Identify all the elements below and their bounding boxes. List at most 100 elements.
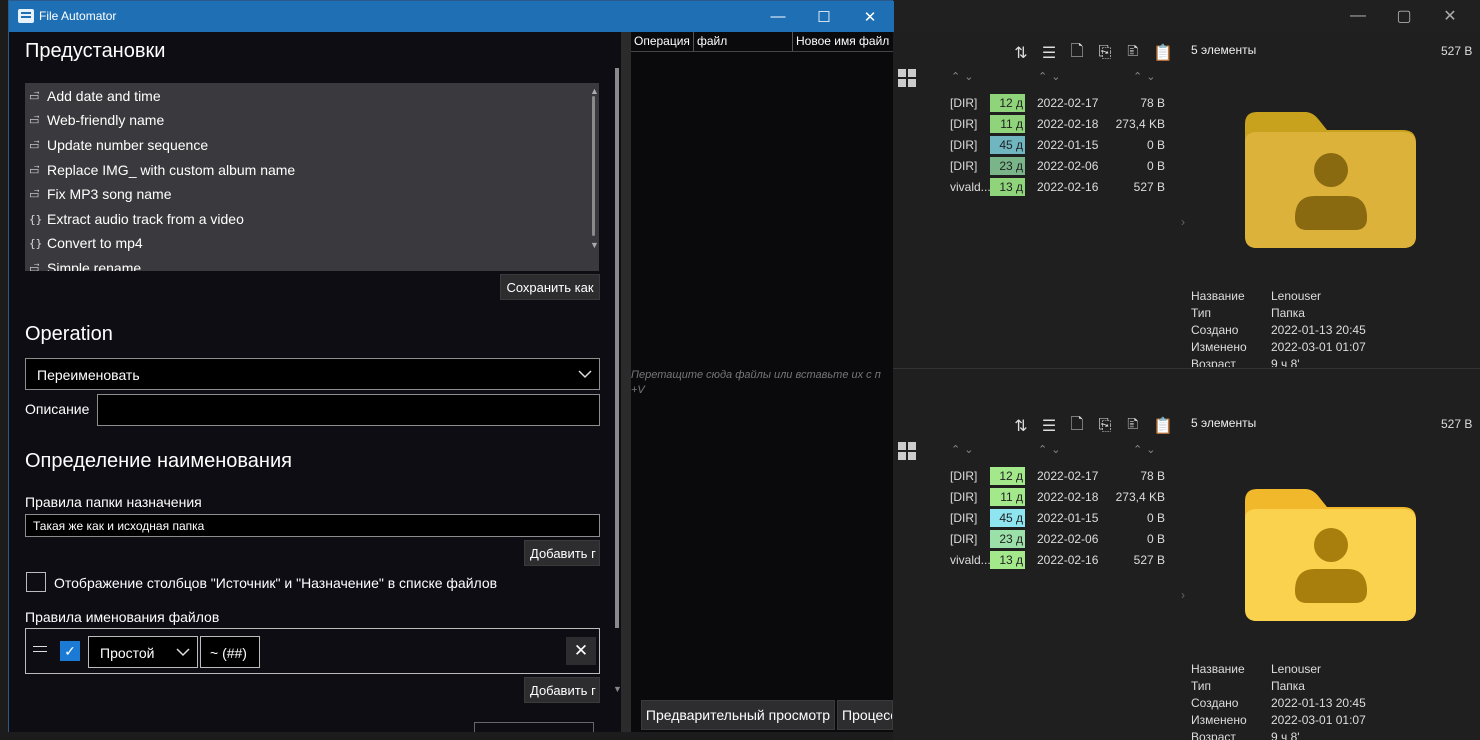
script-icon: ▭⃗: [29, 261, 40, 272]
sort-arrows-icon[interactable]: ⌃⌄: [951, 443, 977, 456]
file-size: 78 B: [1140, 469, 1165, 483]
close-icon: ✕: [573, 641, 589, 660]
file-row[interactable]: [DIR] 23 д 2022-02-06 0 B: [893, 156, 1183, 177]
header-divider: [631, 51, 893, 52]
note-icon[interactable]: 🗈: [1122, 42, 1144, 64]
column-header-operation[interactable]: Операция: [631, 32, 694, 51]
close-icon[interactable]: ✕: [1427, 0, 1473, 32]
file-row[interactable]: vivald... 13 д 2022-02-16 527 B: [893, 177, 1183, 198]
grid-view-icon[interactable]: [898, 442, 916, 460]
preset-item[interactable]: ▭⃗ Add date and time: [29, 84, 161, 108]
show-columns-label: Отображение столбцов "Источник" и "Назна…: [54, 575, 498, 591]
column-header-new-name[interactable]: Новое имя файл: [793, 32, 893, 51]
description-input[interactable]: [97, 394, 600, 426]
file-row[interactable]: [DIR] 11 д 2022-02-18 273,4 KB: [893, 114, 1183, 135]
list-view-icon[interactable]: ☰: [1038, 42, 1060, 64]
rename-icon[interactable]: ⎘: [1094, 415, 1116, 437]
partial-button[interactable]: [474, 722, 594, 732]
list-view-icon[interactable]: ☰: [1038, 415, 1060, 437]
grid-view-icon[interactable]: [898, 69, 916, 87]
explorer-pane-bottom: ⇅ ☰ 🗋 ⎘ 🗈 📋 5 элементы 527 B ⌃⌄ ⌃⌄ ⌃⌄ [D…: [893, 405, 1480, 740]
sort-arrows-icon[interactable]: ⌃⌄: [1038, 443, 1064, 456]
age-badge: 45 д: [990, 136, 1025, 154]
preview-button[interactable]: Предварительный просмотр: [641, 700, 835, 730]
rule-enabled-checkbox[interactable]: ✓: [60, 641, 80, 661]
age-badge: 12 д: [990, 467, 1025, 485]
file-name: [DIR]: [950, 96, 978, 110]
note-icon[interactable]: 🗈: [1122, 415, 1144, 437]
minimize-icon[interactable]: —: [1335, 0, 1381, 32]
maximize-icon[interactable]: ▢: [1381, 0, 1427, 32]
age-badge: 45 д: [990, 509, 1025, 527]
settings-panel: Предустановки ▭⃗ Add date and time ▭⃗ Web-…: [9, 32, 622, 732]
file-row[interactable]: [DIR] 12 д 2022-02-17 78 B: [893, 93, 1183, 114]
file-size: 273,4 KB: [1115, 117, 1165, 131]
save-as-button[interactable]: Сохранить как: [500, 274, 600, 300]
preset-item[interactable]: ▭⃗ Simple rename: [29, 256, 141, 271]
maximize-button[interactable]: ☐: [801, 1, 847, 32]
add-file-rule-button[interactable]: Добавить г: [524, 677, 600, 703]
close-button[interactable]: ✕: [847, 1, 893, 32]
explorer-window: — ▢ ✕ ⇅ ☰ 🗋 ⎘ 🗈 📋 5 элементы 527 B ⌃⌄ ⌃⌄…: [893, 0, 1480, 740]
scroll-up-icon[interactable]: ▲: [590, 86, 599, 96]
file-row[interactable]: [DIR] 12 д 2022-02-17 78 B: [893, 466, 1183, 487]
pane-divider[interactable]: [893, 368, 1480, 369]
sort-icon[interactable]: ⇅: [1010, 415, 1032, 437]
file-row[interactable]: vivald... 13 д 2022-02-16 527 B: [893, 550, 1183, 571]
process-button[interactable]: Процесс: [837, 700, 893, 730]
file-name: [DIR]: [950, 511, 978, 525]
file-list-panel: Операция файл Новое имя файл Перетащите …: [631, 32, 893, 732]
preset-item[interactable]: {} Convert to mp4: [29, 231, 143, 255]
rename-icon[interactable]: ⎘: [1094, 42, 1116, 64]
folder-rules-input[interactable]: Такая же как и исходная папка: [25, 514, 600, 537]
item-count: 5 элементы: [1191, 416, 1257, 430]
file-date: 2022-02-18: [1037, 117, 1099, 131]
braces-icon: {}: [29, 236, 43, 250]
chevron-down-icon: [578, 370, 592, 379]
app-icon: [18, 9, 34, 23]
file-row[interactable]: [DIR] 11 д 2022-02-18 273,4 KB: [893, 487, 1183, 508]
rule-type-select[interactable]: Простой: [88, 636, 198, 668]
settings-scrollbar[interactable]: [615, 68, 619, 628]
file-row[interactable]: [DIR] 23 д 2022-02-06 0 B: [893, 529, 1183, 550]
panel-splitter[interactable]: [621, 32, 631, 732]
presets-list[interactable]: ▭⃗ Add date and time ▭⃗ Web-friendly name …: [25, 83, 599, 271]
clipboard-icon[interactable]: 📋: [1152, 415, 1174, 437]
file-icon[interactable]: 🗋: [1066, 42, 1088, 64]
preset-item[interactable]: {} Extract audio track from a video: [29, 207, 244, 231]
file-date: 2022-02-17: [1037, 96, 1099, 110]
script-icon: ▭⃗: [29, 163, 40, 177]
age-badge: 23 д: [990, 157, 1025, 175]
add-folder-rule-button[interactable]: Добавить г: [524, 540, 600, 566]
minimize-button[interactable]: —: [755, 1, 801, 32]
drag-handle-icon[interactable]: [33, 646, 47, 647]
chevron-right-icon[interactable]: ›: [1181, 588, 1185, 602]
preset-item[interactable]: ▭⃗ Replace IMG_ with custom album name: [29, 158, 295, 182]
clipboard-icon[interactable]: 📋: [1152, 42, 1174, 64]
rule-value-input[interactable]: ~ (##): [200, 636, 260, 668]
preset-item[interactable]: ▭⃗ Update number sequence: [29, 133, 208, 157]
title-bar[interactable]: File Automator — ☐ ✕: [9, 1, 894, 32]
sort-icon[interactable]: ⇅: [1010, 42, 1032, 64]
sort-arrows-icon[interactable]: ⌃⌄: [951, 70, 977, 83]
scroll-down-icon[interactable]: ▼: [590, 240, 599, 250]
presets-scrollbar[interactable]: [592, 96, 595, 236]
remove-rule-button[interactable]: ✕: [566, 637, 596, 665]
sort-arrows-icon[interactable]: ⌃⌄: [1038, 70, 1064, 83]
sort-arrows-icon[interactable]: ⌃⌄: [1133, 443, 1159, 456]
age-badge: 13 д: [990, 551, 1025, 569]
file-icon[interactable]: 🗋: [1066, 415, 1088, 437]
column-header-file[interactable]: файл: [694, 32, 793, 51]
preset-item[interactable]: ▭⃗ Web-friendly name: [29, 108, 164, 132]
folder-user-icon: [1245, 489, 1416, 621]
show-columns-checkbox[interactable]: [26, 572, 46, 592]
file-name: [DIR]: [950, 159, 978, 173]
preset-item[interactable]: ▭⃗ Fix MP3 song name: [29, 182, 172, 206]
operation-select[interactable]: Переименовать: [25, 358, 600, 390]
file-size: 0 B: [1146, 532, 1165, 546]
file-date: 2022-02-16: [1037, 553, 1099, 567]
sort-arrows-icon[interactable]: ⌃⌄: [1133, 70, 1159, 83]
chevron-right-icon[interactable]: ›: [1181, 215, 1185, 229]
file-row[interactable]: [DIR] 45 д 2022-01-15 0 B: [893, 508, 1183, 529]
file-row[interactable]: [DIR] 45 д 2022-01-15 0 B: [893, 135, 1183, 156]
